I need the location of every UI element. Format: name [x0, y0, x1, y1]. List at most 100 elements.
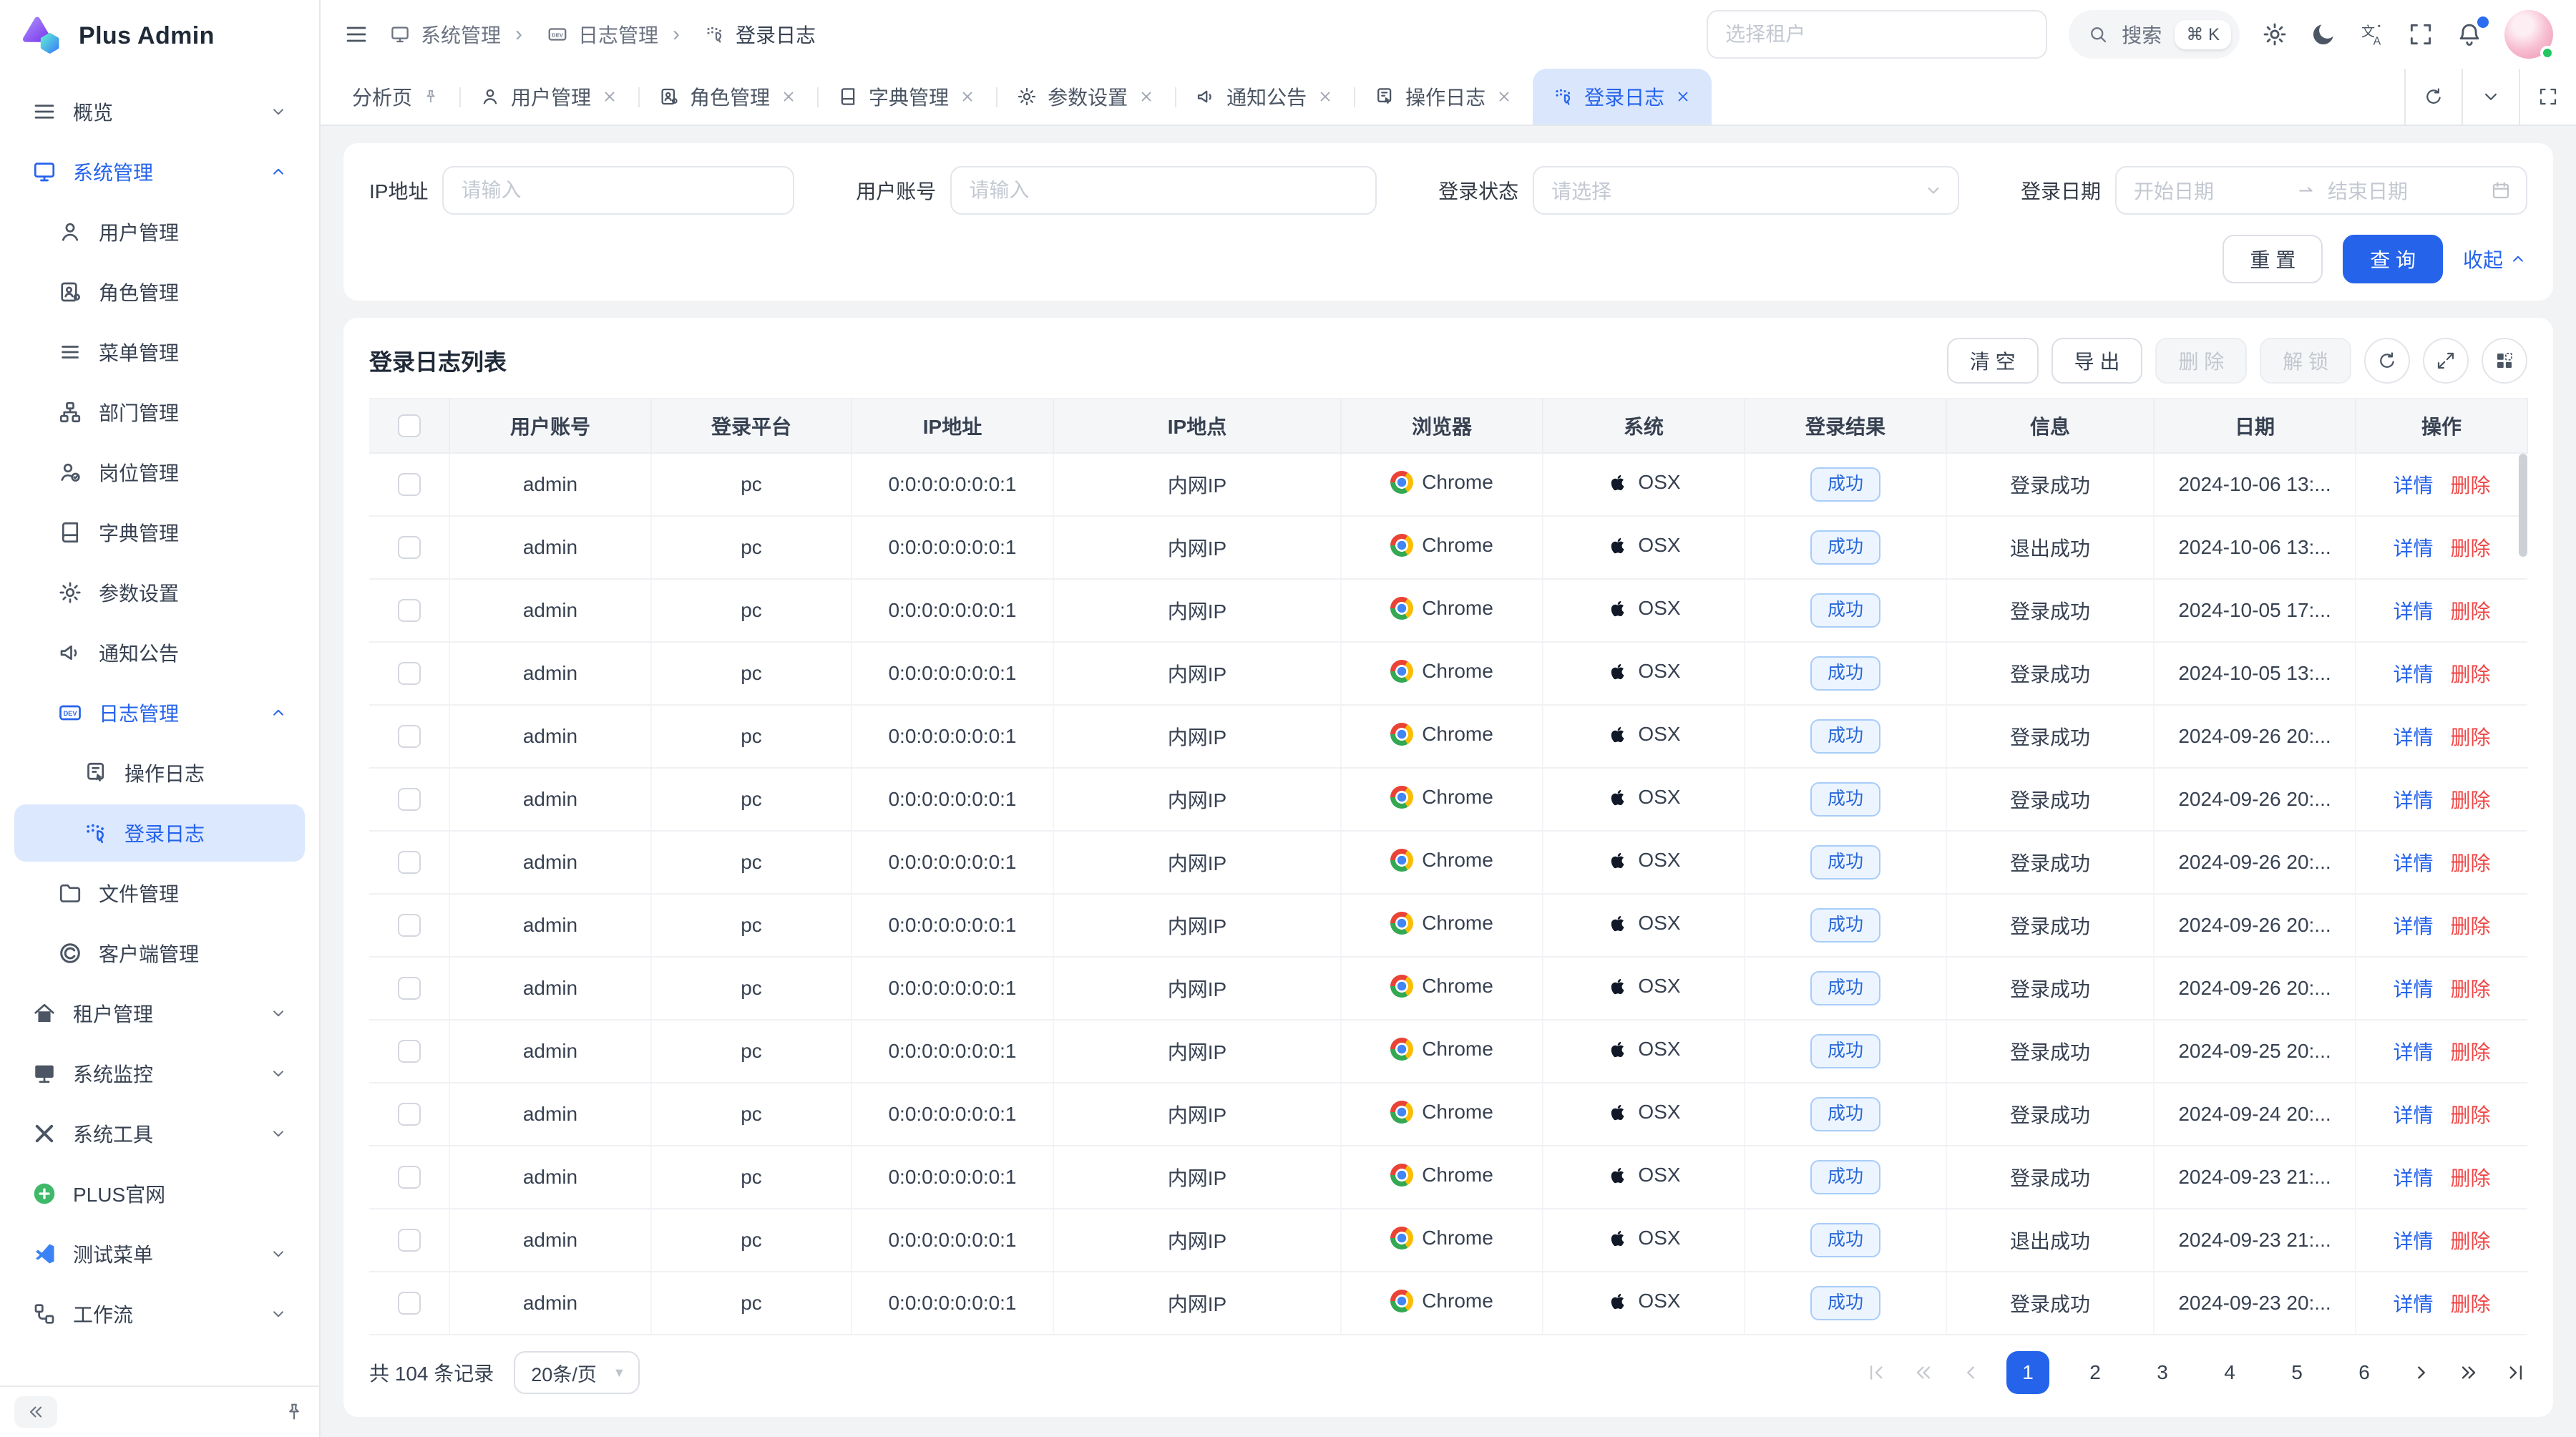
ip-address-input[interactable]: [442, 166, 794, 215]
app-logo[interactable]: Plus Admin: [0, 0, 319, 72]
detail-link[interactable]: 详情: [2393, 974, 2433, 1003]
column-header[interactable]: 操作: [2356, 399, 2527, 453]
maximize-content-button[interactable]: [2519, 69, 2576, 125]
row-checkbox[interactable]: [398, 725, 421, 748]
close-icon[interactable]: [959, 88, 976, 105]
login-date-range[interactable]: 开始日期 结束日期: [2115, 166, 2527, 215]
tab[interactable]: 角色管理: [638, 69, 817, 125]
refresh-table-button[interactable]: [2364, 338, 2410, 384]
sidebar-item[interactable]: 操作日志: [14, 744, 305, 802]
header-action-button[interactable]: 文A: [2358, 21, 2386, 48]
row-checkbox[interactable]: [398, 788, 421, 811]
row-checkbox[interactable]: [398, 1292, 421, 1315]
row-checkbox[interactable]: [398, 536, 421, 559]
delete-link[interactable]: 删除: [2451, 911, 2491, 940]
page-number-button[interactable]: 1: [2006, 1351, 2049, 1394]
breadcrumb-item[interactable]: DEV 日志管理: [501, 20, 658, 49]
sidebar-item[interactable]: 部门管理: [14, 384, 305, 441]
prev-ten-pages-button[interactable]: [1912, 1361, 1935, 1384]
sidebar-item[interactable]: 租户管理: [14, 985, 305, 1042]
collapse-filter-link[interactable]: 收起: [2463, 245, 2527, 273]
pin-sidebar-button[interactable]: [283, 1401, 305, 1423]
sidebar-item[interactable]: PLUS官网: [14, 1165, 305, 1222]
close-icon[interactable]: [1496, 88, 1513, 105]
global-search-button[interactable]: 搜索 ⌘ K: [2069, 10, 2240, 59]
detail-link[interactable]: 详情: [2393, 722, 2433, 751]
tab[interactable]: 通知公告: [1175, 69, 1354, 125]
page-number-button[interactable]: 2: [2074, 1351, 2117, 1394]
column-header[interactable]: 浏览器: [1341, 399, 1543, 453]
sidebar-toggle-button[interactable]: [343, 21, 369, 47]
tab[interactable]: 用户管理: [459, 69, 638, 125]
detail-link[interactable]: 详情: [2393, 659, 2433, 688]
sidebar-item[interactable]: 系统工具: [14, 1105, 305, 1162]
export-button[interactable]: 导 出: [2051, 338, 2143, 384]
page-number-button[interactable]: 5: [2275, 1351, 2318, 1394]
delete-link[interactable]: 删除: [2451, 974, 2491, 1003]
row-checkbox[interactable]: [398, 1040, 421, 1063]
delete-link[interactable]: 删除: [2451, 533, 2491, 562]
sidebar-item[interactable]: 客户端管理: [14, 925, 305, 982]
unlock-button[interactable]: 解 锁: [2260, 338, 2351, 384]
user-account-input[interactable]: [950, 166, 1377, 215]
sidebar-item[interactable]: 角色管理: [14, 263, 305, 321]
delete-link[interactable]: 删除: [2451, 1289, 2491, 1317]
sidebar-item[interactable]: 系统监控: [14, 1045, 305, 1102]
row-checkbox[interactable]: [398, 1166, 421, 1189]
sidebar-item[interactable]: 参数设置: [14, 564, 305, 621]
column-settings-button[interactable]: [2482, 338, 2527, 384]
column-header[interactable]: 系统: [1543, 399, 1745, 453]
page-size-select[interactable]: 20条/页 ▼: [514, 1351, 640, 1394]
close-icon[interactable]: [1674, 88, 1692, 105]
login-status-select[interactable]: 请选择: [1533, 166, 1959, 215]
reset-button[interactable]: 重 置: [2223, 235, 2323, 283]
sidebar-item[interactable]: 测试菜单: [14, 1225, 305, 1282]
delete-button[interactable]: 删 除: [2155, 338, 2247, 384]
detail-link[interactable]: 详情: [2393, 1100, 2433, 1129]
row-checkbox[interactable]: [398, 914, 421, 937]
table-scrollbar[interactable]: [2519, 454, 2527, 797]
first-page-button[interactable]: [1865, 1361, 1888, 1384]
sidebar-item[interactable]: 用户管理: [14, 203, 305, 260]
column-header[interactable]: 登录结果: [1745, 399, 1946, 453]
row-checkbox[interactable]: [398, 1103, 421, 1126]
tab[interactable]: 分析页: [332, 69, 459, 125]
fullscreen-table-button[interactable]: [2423, 338, 2469, 384]
delete-link[interactable]: 删除: [2451, 1163, 2491, 1192]
row-checkbox[interactable]: [398, 851, 421, 874]
refresh-tab-button[interactable]: [2404, 69, 2462, 125]
delete-link[interactable]: 删除: [2451, 1037, 2491, 1066]
page-number-button[interactable]: 4: [2208, 1351, 2251, 1394]
column-header[interactable]: IP地点: [1053, 399, 1341, 453]
page-number-button[interactable]: 6: [2343, 1351, 2386, 1394]
row-checkbox[interactable]: [398, 599, 421, 622]
breadcrumb-item[interactable]: 登录日志: [658, 20, 816, 49]
detail-link[interactable]: 详情: [2393, 1163, 2433, 1192]
user-avatar[interactable]: [2504, 10, 2553, 59]
tab[interactable]: 登录日志: [1533, 69, 1712, 125]
delete-link[interactable]: 删除: [2451, 1226, 2491, 1255]
delete-link[interactable]: 删除: [2451, 659, 2491, 688]
header-action-button[interactable]: [2456, 21, 2483, 48]
tab[interactable]: 操作日志: [1354, 69, 1533, 125]
tenant-select-input[interactable]: [1707, 10, 2047, 59]
next-page-button[interactable]: [2410, 1361, 2433, 1384]
delete-link[interactable]: 删除: [2451, 785, 2491, 814]
detail-link[interactable]: 详情: [2393, 785, 2433, 814]
row-checkbox[interactable]: [398, 473, 421, 496]
column-header[interactable]: 日期: [2154, 399, 2356, 453]
delete-link[interactable]: 删除: [2451, 1100, 2491, 1129]
search-submit-button[interactable]: 查 询: [2343, 235, 2443, 283]
detail-link[interactable]: 详情: [2393, 1289, 2433, 1317]
row-checkbox[interactable]: [398, 662, 421, 685]
select-all-checkbox[interactable]: [398, 414, 421, 437]
sidebar-item[interactable]: 菜单管理: [14, 323, 305, 381]
detail-link[interactable]: 详情: [2393, 596, 2433, 625]
breadcrumb-item[interactable]: 系统管理: [389, 20, 501, 49]
scrollbar-thumb[interactable]: [2519, 454, 2527, 557]
column-header[interactable]: 用户账号: [449, 399, 651, 453]
detail-link[interactable]: 详情: [2393, 470, 2433, 499]
clear-button[interactable]: 清 空: [1947, 338, 2039, 384]
detail-link[interactable]: 详情: [2393, 848, 2433, 877]
close-icon[interactable]: [1317, 88, 1334, 105]
